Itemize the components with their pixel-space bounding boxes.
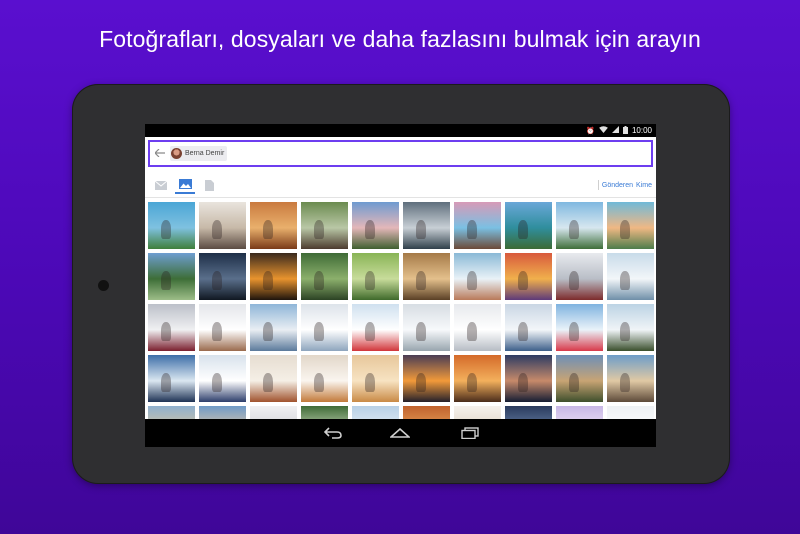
app-screen: ⏰ 10:00 Berna Demir Gönderen Kime bbox=[145, 124, 656, 447]
document-icon bbox=[204, 179, 214, 191]
photo-thumbnail[interactable] bbox=[199, 304, 246, 351]
photo-thumbnail[interactable] bbox=[250, 355, 297, 402]
photo-thumbnail[interactable] bbox=[403, 202, 450, 249]
avatar bbox=[171, 148, 182, 159]
photo-thumbnail[interactable] bbox=[301, 253, 348, 300]
wifi-icon bbox=[599, 126, 608, 135]
tab-photos[interactable] bbox=[175, 176, 195, 194]
photo-thumbnail[interactable] bbox=[607, 253, 654, 300]
photo-thumbnail[interactable] bbox=[148, 253, 195, 300]
photo-thumbnail[interactable] bbox=[352, 304, 399, 351]
filter-recipient-link[interactable]: Kime bbox=[636, 182, 652, 189]
photo-thumbnail[interactable] bbox=[199, 202, 246, 249]
nav-home-icon[interactable] bbox=[388, 425, 412, 441]
status-time: 10:00 bbox=[631, 126, 652, 135]
photo-thumbnail[interactable] bbox=[505, 202, 552, 249]
tablet-frame: ⏰ 10:00 Berna Demir Gönderen Kime bbox=[72, 84, 730, 484]
navigation-bar bbox=[145, 419, 656, 447]
headline: Fotoğrafları, dosyaları ve daha fazlasın… bbox=[99, 26, 701, 52]
photo-icon bbox=[178, 179, 192, 189]
photo-thumbnail[interactable] bbox=[607, 355, 654, 402]
photo-thumbnail[interactable] bbox=[505, 253, 552, 300]
photo-thumbnail[interactable] bbox=[250, 202, 297, 249]
photo-thumbnail[interactable] bbox=[352, 202, 399, 249]
chip-label: Berna Demir bbox=[185, 150, 225, 157]
nav-back-icon[interactable] bbox=[321, 425, 345, 441]
signal-icon bbox=[611, 126, 619, 135]
battery-icon bbox=[622, 125, 628, 136]
photo-thumbnail[interactable] bbox=[505, 304, 552, 351]
photo-thumbnail[interactable] bbox=[607, 304, 654, 351]
photo-thumbnail[interactable] bbox=[556, 355, 603, 402]
front-camera bbox=[98, 280, 109, 291]
photo-thumbnail[interactable] bbox=[403, 355, 450, 402]
photo-thumbnail[interactable] bbox=[403, 304, 450, 351]
photo-thumbnail[interactable] bbox=[148, 355, 195, 402]
filter-links: Gönderen Kime bbox=[597, 180, 652, 190]
photo-thumbnail[interactable] bbox=[352, 355, 399, 402]
photo-thumbnail[interactable] bbox=[199, 355, 246, 402]
photo-thumbnail[interactable] bbox=[250, 253, 297, 300]
photo-grid bbox=[148, 202, 654, 447]
photo-thumbnail[interactable] bbox=[403, 253, 450, 300]
photo-thumbnail[interactable] bbox=[148, 304, 195, 351]
photo-thumbnail[interactable] bbox=[352, 253, 399, 300]
search-bar[interactable]: Berna Demir bbox=[148, 140, 653, 167]
tab-mail[interactable] bbox=[151, 176, 171, 194]
result-type-tabs: Gönderen Kime bbox=[145, 172, 656, 198]
tab-documents[interactable] bbox=[199, 176, 219, 194]
photo-thumbnail[interactable] bbox=[301, 202, 348, 249]
filter-sender-link[interactable]: Gönderen bbox=[602, 182, 633, 189]
nav-recents-icon[interactable] bbox=[458, 425, 482, 441]
search-contact-chip[interactable]: Berna Demir bbox=[170, 146, 228, 161]
photo-thumbnail[interactable] bbox=[148, 202, 195, 249]
photo-thumbnail[interactable] bbox=[505, 355, 552, 402]
status-bar: ⏰ 10:00 bbox=[145, 124, 656, 137]
photo-thumbnail[interactable] bbox=[556, 202, 603, 249]
alarm-icon: ⏰ bbox=[586, 127, 595, 135]
photo-thumbnail[interactable] bbox=[556, 253, 603, 300]
photo-thumbnail[interactable] bbox=[454, 304, 501, 351]
photo-thumbnail[interactable] bbox=[607, 202, 654, 249]
photo-thumbnail[interactable] bbox=[250, 304, 297, 351]
photo-thumbnail[interactable] bbox=[301, 355, 348, 402]
photo-thumbnail[interactable] bbox=[454, 355, 501, 402]
photo-thumbnail[interactable] bbox=[454, 202, 501, 249]
divider bbox=[597, 180, 599, 190]
photo-thumbnail[interactable] bbox=[556, 304, 603, 351]
photo-thumbnail[interactable] bbox=[454, 253, 501, 300]
photo-thumbnail[interactable] bbox=[301, 304, 348, 351]
photo-thumbnail[interactable] bbox=[199, 253, 246, 300]
mail-icon bbox=[155, 180, 167, 190]
back-arrow-icon[interactable] bbox=[150, 148, 170, 160]
